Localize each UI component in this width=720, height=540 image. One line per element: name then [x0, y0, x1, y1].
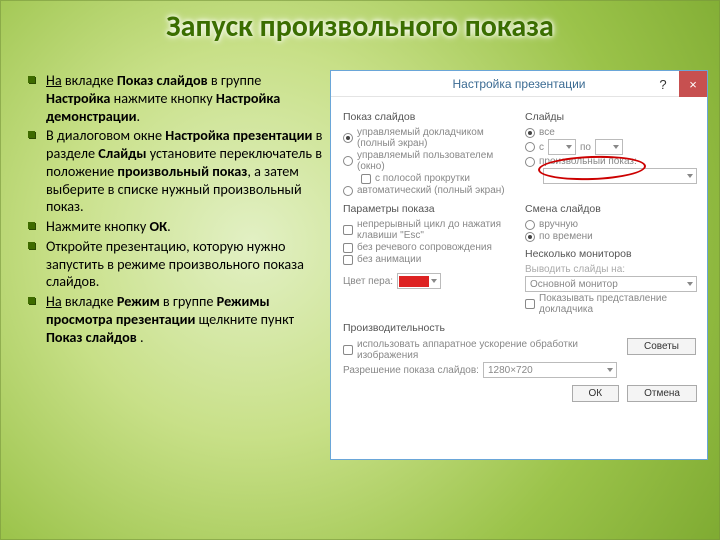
check-no-animation[interactable]: без анимации	[343, 254, 515, 265]
check-no-narration[interactable]: без речевого сопровождения	[343, 242, 515, 253]
custom-show-select[interactable]	[543, 168, 697, 184]
section-monitors: Несколько мониторов	[525, 248, 697, 260]
list-item: Откройте презентацию, которую нужно запу…	[28, 238, 323, 291]
resolution-select[interactable]: 1280×720	[483, 362, 617, 378]
section-advance: Смена слайдов	[525, 203, 697, 215]
section-show-type: Показ слайдов	[343, 111, 515, 123]
list-item: В диалоговом окне Настройка презентации …	[28, 127, 323, 216]
list-item: На вкладке Режим в группе Режимы просмот…	[28, 293, 323, 346]
settings-dialog: Настройка презентации ? × Показ слайдов …	[330, 70, 708, 460]
list-item: На вкладке Показ слайдов в группе Настро…	[28, 72, 323, 125]
section-slides: Слайды	[525, 111, 697, 123]
radio-kiosk[interactable]: автоматический (полный экран)	[343, 185, 515, 196]
radio-all-slides[interactable]: все	[525, 127, 697, 138]
list-item: Нажмите кнопку ОК.	[28, 218, 323, 236]
resolution-label: Разрешение показа слайдов:	[343, 365, 479, 376]
radio-manual[interactable]: вручную	[525, 219, 697, 230]
check-loop[interactable]: непрерывный цикл до нажатия клавиши "Esc…	[343, 219, 515, 241]
cancel-button[interactable]: Отмена	[627, 385, 697, 402]
bullet-list: На вкладке Показ слайдов в группе Настро…	[28, 72, 323, 348]
dialog-title-text: Настройка презентации	[453, 77, 586, 91]
radio-range[interactable]: спо	[525, 139, 697, 155]
slide-title: Запуск произвольного показа	[166, 8, 554, 45]
check-scrollbar[interactable]: с полосой прокрутки	[361, 173, 515, 184]
radio-presenter[interactable]: управляемый докладчиком (полный экран)	[343, 127, 515, 149]
dialog-titlebar: Настройка презентации ? ×	[331, 71, 707, 97]
monitor-select[interactable]: Основной монитор	[525, 276, 697, 292]
help-button[interactable]: ?	[649, 71, 677, 97]
check-hw-accel[interactable]: использовать аппаратное ускорение обрабо…	[343, 339, 617, 361]
radio-browsed-user[interactable]: управляемый пользователем (окно)	[343, 150, 515, 172]
section-show-options: Параметры показа	[343, 203, 515, 215]
pen-color[interactable]: Цвет пера:	[343, 273, 515, 289]
pen-swatch	[399, 276, 429, 287]
check-presenter-view[interactable]: Показывать представление докладчика	[525, 293, 697, 315]
radio-custom-show[interactable]: произвольный показ:	[525, 156, 697, 167]
radio-timing[interactable]: по времени	[525, 231, 697, 242]
tips-button[interactable]: Советы	[627, 338, 696, 355]
section-performance: Производительность	[343, 322, 697, 334]
close-button[interactable]: ×	[679, 71, 707, 97]
ok-button[interactable]: ОК	[572, 385, 620, 402]
